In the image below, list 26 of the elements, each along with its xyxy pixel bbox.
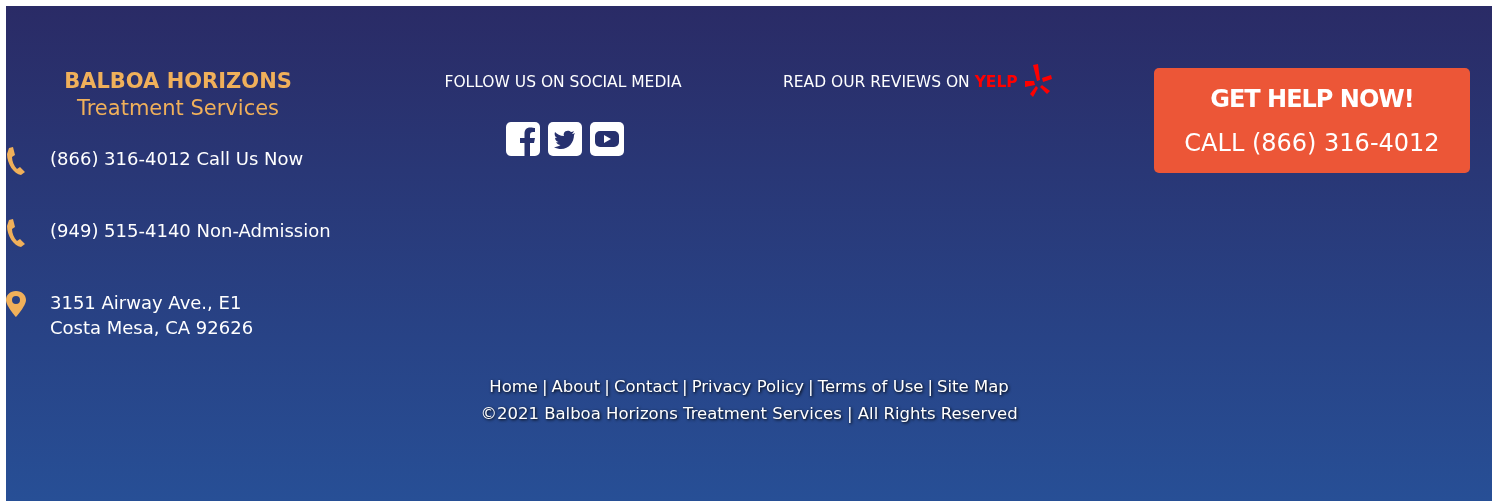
- facebook-icon[interactable]: [506, 122, 540, 156]
- twitter-icon[interactable]: [548, 122, 582, 156]
- phone-text: (949) 515-4140 Non-Admission: [50, 219, 331, 243]
- brand-tagline: Treatment Services: [75, 95, 281, 122]
- brand-name: BALBOA HORIZONS: [63, 68, 293, 94]
- separator: |: [604, 376, 610, 398]
- footer-link[interactable]: Contact: [613, 372, 679, 402]
- separator: |: [682, 376, 688, 398]
- map-pin-icon: [6, 291, 26, 317]
- youtube-icon[interactable]: [590, 122, 624, 156]
- reviews-heading: READ OUR REVIEWS ON YELP: [783, 72, 1018, 92]
- footer-link[interactable]: Privacy Policy: [691, 372, 805, 402]
- social-heading: FOLLOW US ON SOCIAL MEDIA: [444, 73, 682, 91]
- footer-link[interactable]: Site Map: [937, 372, 1009, 402]
- separator: |: [808, 376, 814, 398]
- separator: |: [541, 376, 548, 398]
- copyright-text: ©2021 Balboa Horizons Treatment Services | All Rights Reserved: [480, 404, 1018, 423]
- footer-link[interactable]: Terms of Use: [817, 372, 924, 402]
- phone-icon: [6, 146, 26, 176]
- phone-icon: [6, 218, 26, 248]
- phone-text: (866) 316-4012 Call Us Now: [50, 147, 304, 171]
- separator: |: [927, 376, 934, 398]
- footer-link[interactable]: Home: [489, 372, 538, 402]
- footer-link[interactable]: About: [551, 372, 601, 402]
- get-help-button[interactable]: GET HELP NOW! CALL (866) 316-4012: [1154, 68, 1470, 173]
- address-text: 3151 Airway Ave., E1 Costa Mesa, CA 92626: [50, 291, 254, 340]
